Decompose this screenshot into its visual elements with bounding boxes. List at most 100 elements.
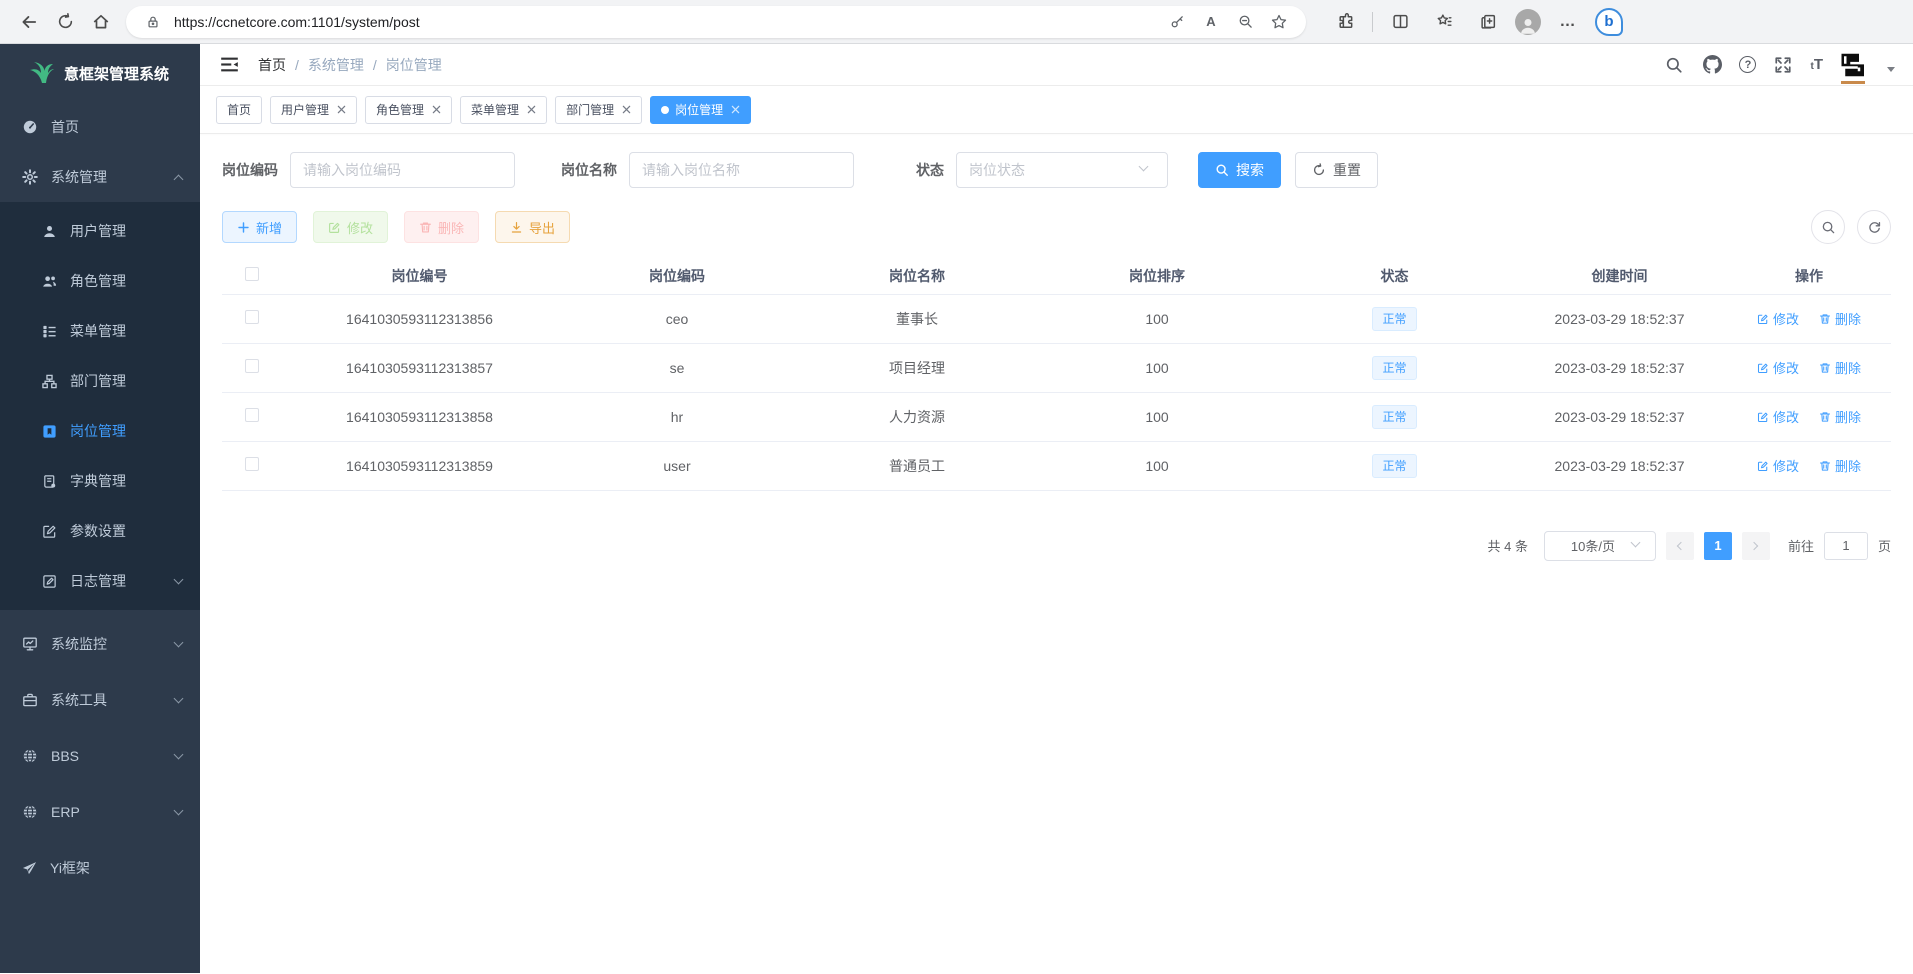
close-icon[interactable] [337,105,346,114]
tab-home[interactable]: 首页 [216,96,262,124]
table-row: 1641030593112313858 hr 人力资源 100 正常 2023-… [222,392,1891,441]
tab-users[interactable]: 用户管理 [270,96,357,124]
edit-button[interactable]: 修改 [313,211,388,243]
table-row: 1641030593112313856 ceo 董事长 100 正常 2023-… [222,294,1891,343]
page-size-select[interactable]: 10条/页 [1544,531,1656,561]
home-icon[interactable] [84,5,118,39]
zoom-out-icon[interactable] [1232,9,1258,35]
row-checkbox[interactable] [245,310,259,324]
toggle-search-button[interactable] [1811,210,1845,244]
status-select[interactable]: 岗位状态 [956,152,1168,188]
row-edit-link[interactable]: 修改 [1757,309,1799,328]
sidebar-item-tools[interactable]: 系统工具 [0,672,200,728]
sidebar-item-logs[interactable]: 日志管理 [0,556,200,606]
collections-icon[interactable] [1471,5,1505,39]
sidebar-item-dicts[interactable]: 字典管理 [0,456,200,506]
row-checkbox[interactable] [245,408,259,422]
sidebar-item-label: Yi框架 [50,858,188,878]
reset-button[interactable]: 重置 [1295,152,1378,188]
sidebar-item-users[interactable]: 用户管理 [0,206,200,256]
tab-label: 菜单管理 [471,101,519,118]
row-checkbox[interactable] [245,457,259,471]
page-size-value: 10条/页 [1571,536,1615,555]
close-icon[interactable] [527,105,536,114]
add-button[interactable]: 新增 [222,211,297,243]
profile-avatar[interactable] [1515,9,1541,35]
breadcrumb-system[interactable]: 系统管理 [308,55,364,75]
chevron-left-icon [1677,541,1685,549]
cell-post-code: se [557,343,797,392]
copilot-icon[interactable]: b [1595,8,1623,36]
search-icon[interactable] [1663,54,1685,76]
sidebar-item-system-mgmt[interactable]: 系统管理 [0,152,200,202]
delete-button[interactable]: 删除 [404,211,479,243]
refresh-icon[interactable] [48,5,82,39]
fullscreen-icon[interactable] [1772,54,1794,76]
user-avatar-logo[interactable] [1839,50,1869,80]
close-icon[interactable] [622,105,631,114]
post-code-input[interactable] [290,152,515,188]
posts-table: 岗位编号 岗位编码 岗位名称 岗位排序 状态 创建时间 操作 164103059… [222,258,1891,491]
row-checkbox[interactable] [245,359,259,373]
row-edit-link[interactable]: 修改 [1757,358,1799,377]
favorites-icon[interactable] [1427,5,1461,39]
delete-button-label: 删除 [438,218,464,237]
github-icon[interactable] [1701,54,1723,76]
search-button[interactable]: 搜索 [1198,152,1281,188]
sidebar-item-monitor[interactable]: 系统监控 [0,616,200,672]
sidebar-item-yi-framework[interactable]: Yi框架 [0,840,200,896]
row-delete-link[interactable]: 删除 [1819,407,1861,426]
sidebar-fold-icon[interactable] [218,54,240,76]
sidebar-item-departments[interactable]: 部门管理 [0,356,200,406]
refresh-table-button[interactable] [1857,210,1891,244]
browser-toolbar: https://ccnetcore.com:1101/system/post A… [0,0,1913,44]
row-delete-link[interactable]: 删除 [1819,456,1861,475]
breadcrumb-home[interactable]: 首页 [258,55,286,75]
tab-menus[interactable]: 菜单管理 [460,96,547,124]
read-aloud-icon[interactable]: A [1198,9,1224,35]
sidebar-item-posts[interactable]: 岗位管理 [0,406,200,456]
chevron-down-icon [174,805,184,815]
font-size-icon[interactable]: tT [1810,56,1823,73]
sidebar-item-bbs[interactable]: BBS [0,728,200,784]
export-button[interactable]: 导出 [495,211,570,243]
back-icon[interactable] [12,5,46,39]
sidebar-item-erp[interactable]: ERP [0,784,200,840]
prev-page-button[interactable] [1666,532,1694,560]
tab-departments[interactable]: 部门管理 [555,96,642,124]
cell-post-name: 项目经理 [797,343,1037,392]
current-page-button[interactable]: 1 [1704,532,1732,560]
more-menu-icon[interactable]: … [1551,5,1585,39]
password-key-icon[interactable] [1164,9,1190,35]
gear-icon [22,169,38,185]
column-created: 创建时间 [1512,258,1727,294]
sidebar-item-roles[interactable]: 角色管理 [0,256,200,306]
add-favorite-icon[interactable] [1266,9,1292,35]
sidebar-item-params[interactable]: 参数设置 [0,506,200,556]
menu-tree-icon [42,324,57,339]
tab-roles[interactable]: 角色管理 [365,96,452,124]
extensions-icon[interactable] [1328,5,1362,39]
sidebar-item-home[interactable]: 首页 [0,102,200,152]
search-form: 岗位编码 岗位名称 状态 岗位状态 搜索 重置 [222,152,1891,188]
url-text[interactable]: https://ccnetcore.com:1101/system/post [174,14,1156,30]
row-edit-link[interactable]: 修改 [1757,407,1799,426]
row-edit-link[interactable]: 修改 [1757,456,1799,475]
close-icon[interactable] [731,105,740,114]
next-page-button[interactable] [1742,532,1770,560]
post-name-input[interactable] [629,152,854,188]
row-delete-link[interactable]: 删除 [1819,309,1861,328]
caret-down-icon[interactable] [1887,67,1895,72]
sidebar-item-label: 部门管理 [70,371,188,391]
tab-posts-active[interactable]: 岗位管理 [650,96,751,124]
sidebar-item-menus[interactable]: 菜单管理 [0,306,200,356]
row-delete-link[interactable]: 删除 [1819,358,1861,377]
status-label: 状态 [916,160,944,180]
address-bar[interactable]: https://ccnetcore.com:1101/system/post A [126,6,1306,38]
chevron-down-icon [174,693,184,703]
split-screen-icon[interactable] [1383,5,1417,39]
goto-page-input[interactable] [1824,532,1868,560]
close-icon[interactable] [432,105,441,114]
help-icon[interactable]: ? [1739,56,1756,73]
select-all-checkbox[interactable] [245,267,259,281]
